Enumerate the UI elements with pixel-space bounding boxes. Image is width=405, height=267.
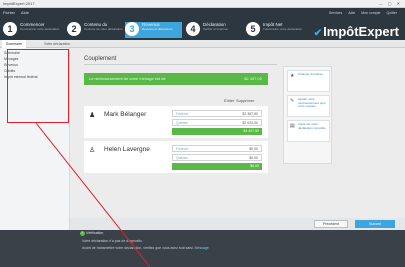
step-sub: Revenus et déductions xyxy=(142,27,173,31)
title-divider xyxy=(84,64,277,65)
total-bar: $0,00 xyxy=(172,163,262,170)
step-number: 4 xyxy=(186,22,200,36)
row-value: $2 387,50 xyxy=(242,111,258,116)
tab-summary[interactable]: Sommaire xyxy=(2,40,26,48)
refund-banner-value: $2 457,00 xyxy=(244,76,262,81)
row-value: $0,00 xyxy=(249,146,258,151)
row-label: Québec xyxy=(176,120,189,125)
document-icon: ▤ xyxy=(290,123,295,129)
action-card-link[interactable]: Changer d'entente xyxy=(298,72,329,77)
highlight-box xyxy=(7,49,69,123)
step-2[interactable]: 2 Contenu du Contenu de votre déclaratio… xyxy=(67,22,125,38)
pencil-icon: ✎ xyxy=(290,98,295,104)
link-services[interactable]: Services xyxy=(329,11,342,15)
top-navigation: Fichier Aide Services Aide Mon compte Qu… xyxy=(0,8,405,40)
window-title: ImpôtExpert 2017 xyxy=(3,1,35,6)
link-help[interactable]: Aide xyxy=(348,11,355,15)
step-sub: Commencer votre déclaration xyxy=(20,27,60,31)
action-card-link[interactable]: Ajuster votre remboursement pour votre c… xyxy=(298,97,329,109)
diagnostics-panel: ✓ Vérification Votre déclaration n'a pas… xyxy=(0,230,405,267)
brand-logo: ✔ImpôtExpert xyxy=(314,24,399,39)
total-bar: $4 407,50 xyxy=(172,128,262,135)
link-account[interactable]: Mon compte xyxy=(361,11,380,15)
diagnostic-text: Avant de transmettre votre déclaration, … xyxy=(82,246,194,250)
refund-banner-text: Le remboursement de votre ménage est de xyxy=(89,76,166,81)
person-icon: ♙ xyxy=(89,147,96,154)
action-card[interactable]: ★ Changer d'entente xyxy=(287,70,330,92)
delete-button[interactable]: Supprimer xyxy=(236,98,254,103)
step-number: 1 xyxy=(3,22,17,36)
diagnostic-message: Votre déclaration n'a pas de diagnostic. xyxy=(82,239,143,243)
person-name: Helen Lavergne xyxy=(104,146,150,153)
person-icon: ♟ xyxy=(89,112,96,119)
right-panel: ★ Changer d'entente ✎ Ajuster votre remb… xyxy=(283,66,332,164)
link-quit[interactable]: Quitter xyxy=(386,11,397,15)
action-card-link[interactable]: Visionner votre déclaration complète xyxy=(298,122,329,130)
step-sub: Contenu de votre déclaration xyxy=(84,27,123,31)
step-5[interactable]: 5 Impôt Net Transmettre votre déclaratio… xyxy=(246,22,302,38)
diagnostics-header: ✓ Vérification xyxy=(80,231,103,236)
row-value: $2 020,00 xyxy=(242,120,258,125)
step-sub: Vérifier et imprimer xyxy=(203,27,229,31)
amount-row[interactable]: Québec $0,00 xyxy=(172,154,262,161)
row-label: Québec xyxy=(176,155,189,160)
diagnostics-title: Vérification xyxy=(85,231,104,235)
step-number: 2 xyxy=(67,22,81,36)
tab-bar: Sommaire Votre déclaration xyxy=(0,40,405,48)
step-3[interactable]: 3 Revenus Revenus et déductions xyxy=(125,22,182,38)
diagnostic-text: Votre déclaration n'a pas de diagnostic. xyxy=(82,239,143,243)
page-title: Couplement xyxy=(84,56,117,62)
step-number: 3 xyxy=(125,22,139,36)
step-sub: Transmettre votre déclaration xyxy=(263,27,303,31)
star-icon: ★ xyxy=(290,73,295,79)
logo-text: ImpôtExpert xyxy=(323,24,399,39)
amount-row[interactable]: Fédéral $2 387,50 xyxy=(172,110,262,117)
checkmark-icon: ✔ xyxy=(313,28,323,39)
check-icon: ✓ xyxy=(80,231,85,236)
step-1[interactable]: 1 Commencer Commencer votre déclaration xyxy=(3,22,63,38)
amount-row[interactable]: Québec $2 020,00 xyxy=(172,119,262,126)
previous-button[interactable]: Précédent xyxy=(314,220,348,228)
total-value: $0,00 xyxy=(250,164,259,168)
row-label: Fédéral xyxy=(176,111,188,116)
step-number: 5 xyxy=(246,22,260,36)
step-4[interactable]: 4 Déclaration Vérifier et imprimer xyxy=(186,22,242,38)
window-controls[interactable]: — ▢ ✕ xyxy=(379,1,402,6)
edit-button[interactable]: Éditer xyxy=(224,98,234,103)
next-button[interactable]: Suivant xyxy=(355,220,395,228)
action-bar: Précédent Suivant xyxy=(70,218,405,230)
person-card: ♙ Helen Lavergne Fédéral $0,00 Québec $0… xyxy=(84,141,268,173)
tab-declaration[interactable]: Votre déclaration xyxy=(40,40,74,48)
utility-links: Services Aide Mon compte Quitter xyxy=(324,11,397,15)
action-card[interactable]: ✎ Ajuster votre remboursement pour votre… xyxy=(287,95,330,117)
menu-bar: Fichier Aide xyxy=(3,10,34,15)
person-name: Mark Bélanger xyxy=(104,111,147,118)
row-label: Fédéral xyxy=(176,146,188,151)
action-card[interactable]: ▤ Visionner votre déclaration complète xyxy=(287,120,330,142)
menu-help[interactable]: Aide xyxy=(21,10,29,15)
amount-row[interactable]: Fédéral $0,00 xyxy=(172,145,262,152)
row-value: $0,00 xyxy=(249,155,258,160)
window-titlebar: ImpôtExpert 2017 — ▢ ✕ xyxy=(0,0,405,8)
refund-banner: Le remboursement de votre ménage est de … xyxy=(84,73,268,85)
diagnostic-link[interactable]: Message xyxy=(195,246,209,250)
menu-file[interactable]: Fichier xyxy=(3,10,15,15)
total-value: $4 407,50 xyxy=(243,129,259,133)
diagnostic-message: Avant de transmettre votre déclaration, … xyxy=(82,246,209,250)
person-card: ♟ Mark Bélanger Fédéral $2 387,50 Québec… xyxy=(84,106,268,138)
